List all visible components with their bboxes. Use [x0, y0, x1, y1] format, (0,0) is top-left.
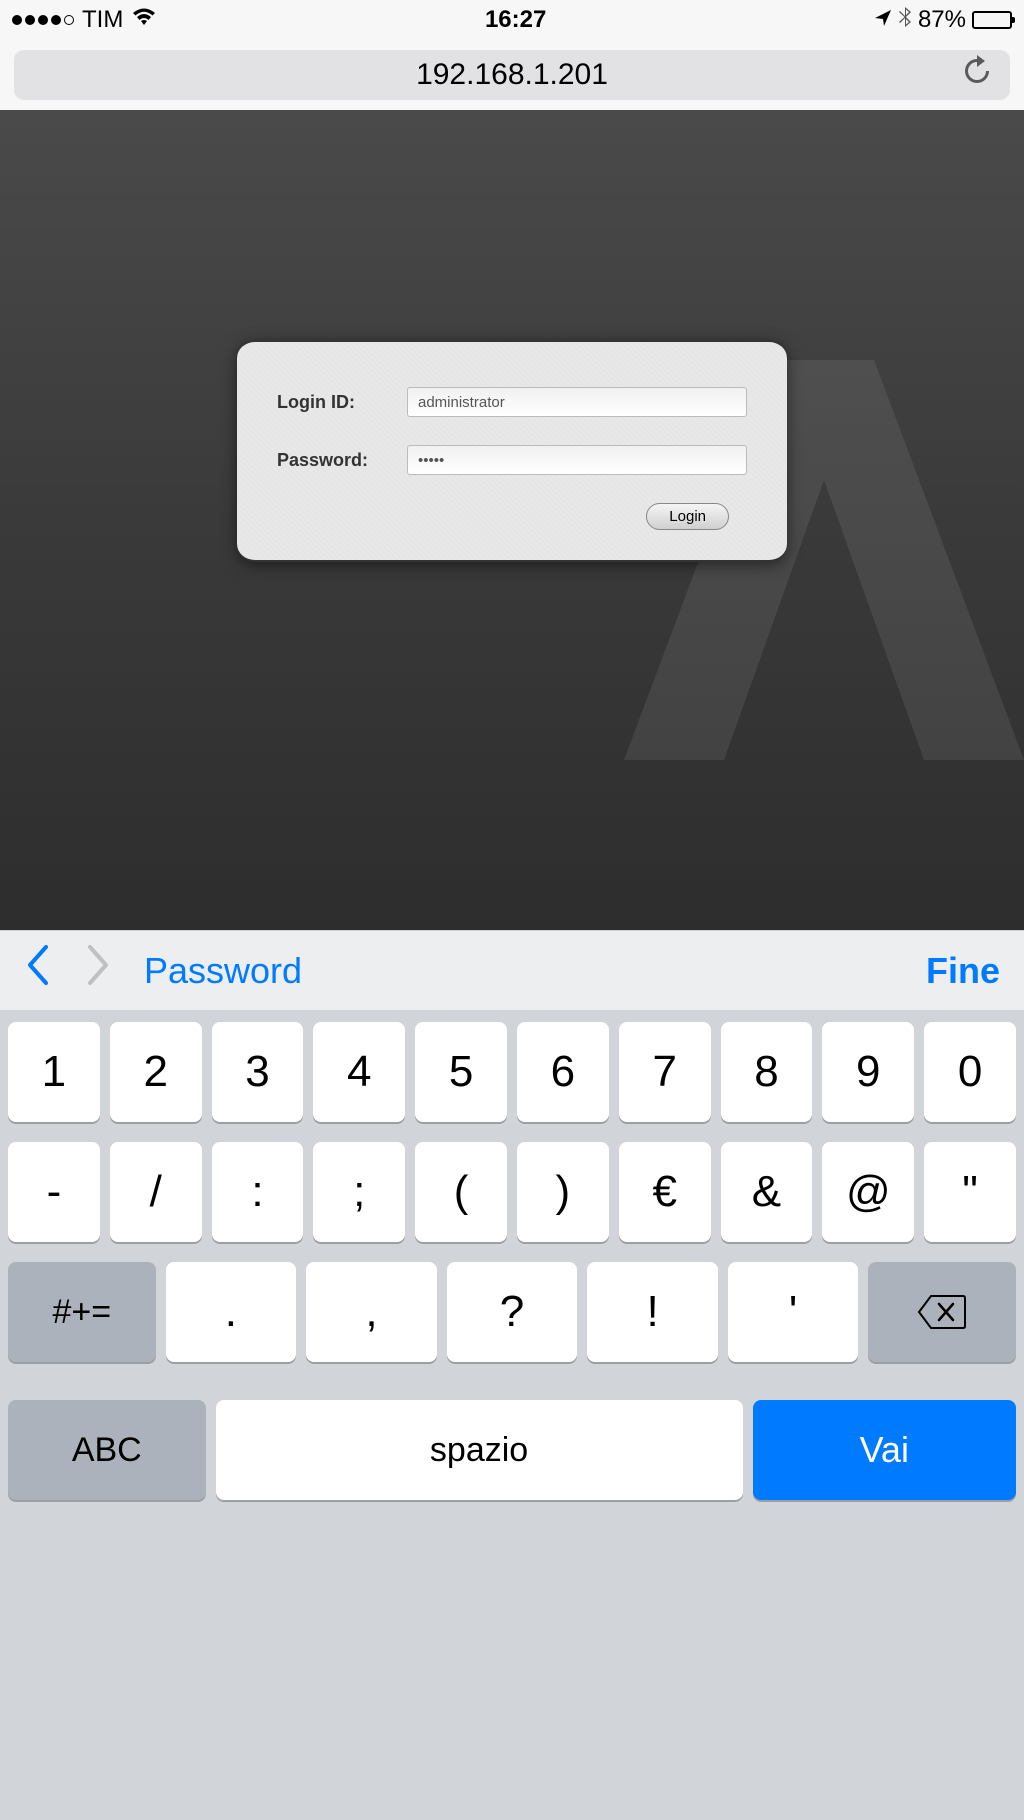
- login-panel: Login ID: Password: Login: [237, 340, 787, 562]
- key-euro[interactable]: €: [619, 1142, 711, 1242]
- reload-icon[interactable]: [962, 55, 992, 95]
- key-2[interactable]: 2: [110, 1022, 202, 1122]
- login-button[interactable]: Login: [646, 503, 729, 530]
- next-field-button[interactable]: [84, 943, 112, 999]
- key-dash[interactable]: -: [8, 1142, 100, 1242]
- keyboard-row-3: #+= . , ? ! ': [8, 1262, 1016, 1362]
- key-7[interactable]: 7: [619, 1022, 711, 1122]
- carrier-label: TIM: [82, 6, 123, 34]
- virtual-keyboard: 1 2 3 4 5 6 7 8 9 0 - / : ; ( ) € & @ " …: [0, 1010, 1024, 1820]
- status-left: TIM: [12, 6, 157, 34]
- key-9[interactable]: 9: [822, 1022, 914, 1122]
- key-period[interactable]: .: [166, 1262, 297, 1362]
- address-field[interactable]: 192.168.1.201: [14, 50, 1010, 100]
- password-input[interactable]: [407, 445, 747, 475]
- battery-icon: [972, 11, 1012, 29]
- key-paren-open[interactable]: (: [415, 1142, 507, 1242]
- browser-address-bar: 192.168.1.201: [0, 40, 1024, 110]
- key-symbols-shift[interactable]: #+=: [8, 1262, 156, 1362]
- keyboard-row-4: ABC spazio Vai: [8, 1400, 1016, 1500]
- key-backspace[interactable]: [868, 1262, 1016, 1362]
- backspace-icon: [917, 1294, 967, 1330]
- key-space[interactable]: spazio: [216, 1400, 743, 1500]
- key-go[interactable]: Vai: [753, 1400, 1016, 1500]
- key-exclaim[interactable]: !: [587, 1262, 718, 1362]
- location-icon: [874, 6, 892, 34]
- key-ampersand[interactable]: &: [721, 1142, 813, 1242]
- key-3[interactable]: 3: [212, 1022, 304, 1122]
- key-abc[interactable]: ABC: [8, 1400, 206, 1500]
- key-slash[interactable]: /: [110, 1142, 202, 1242]
- password-label: Password:: [277, 450, 407, 471]
- keyboard-row-2: - / : ; ( ) € & @ ": [8, 1142, 1016, 1242]
- key-8[interactable]: 8: [721, 1022, 813, 1122]
- key-1[interactable]: 1: [8, 1022, 100, 1122]
- key-4[interactable]: 4: [313, 1022, 405, 1122]
- previous-field-button[interactable]: [24, 943, 52, 999]
- key-colon[interactable]: :: [212, 1142, 304, 1242]
- key-question[interactable]: ?: [447, 1262, 578, 1362]
- key-semicolon[interactable]: ;: [313, 1142, 405, 1242]
- web-page-content: Login ID: Password: Login: [0, 110, 1024, 930]
- keyboard-row-1: 1 2 3 4 5 6 7 8 9 0: [8, 1022, 1016, 1122]
- autofill-field-label[interactable]: Password: [144, 950, 302, 992]
- clock: 16:27: [485, 6, 546, 34]
- signal-strength-icon: [12, 15, 74, 25]
- login-id-label: Login ID:: [277, 392, 407, 413]
- key-quote[interactable]: ": [924, 1142, 1016, 1242]
- key-0[interactable]: 0: [924, 1022, 1016, 1122]
- keyboard-autofill-bar: Password Fine: [0, 930, 1024, 1010]
- key-paren-close[interactable]: ): [517, 1142, 609, 1242]
- key-apostrophe[interactable]: ': [728, 1262, 859, 1362]
- status-right: 87%: [874, 6, 1012, 35]
- key-at[interactable]: @: [822, 1142, 914, 1242]
- login-id-input[interactable]: [407, 387, 747, 417]
- wifi-icon: [131, 6, 157, 34]
- key-5[interactable]: 5: [415, 1022, 507, 1122]
- battery-percent: 87%: [918, 6, 966, 34]
- key-6[interactable]: 6: [517, 1022, 609, 1122]
- url-text: 192.168.1.201: [416, 58, 608, 92]
- key-comma[interactable]: ,: [306, 1262, 437, 1362]
- keyboard-done-button[interactable]: Fine: [926, 950, 1000, 992]
- status-bar: TIM 16:27 87%: [0, 0, 1024, 40]
- bluetooth-icon: [898, 6, 912, 35]
